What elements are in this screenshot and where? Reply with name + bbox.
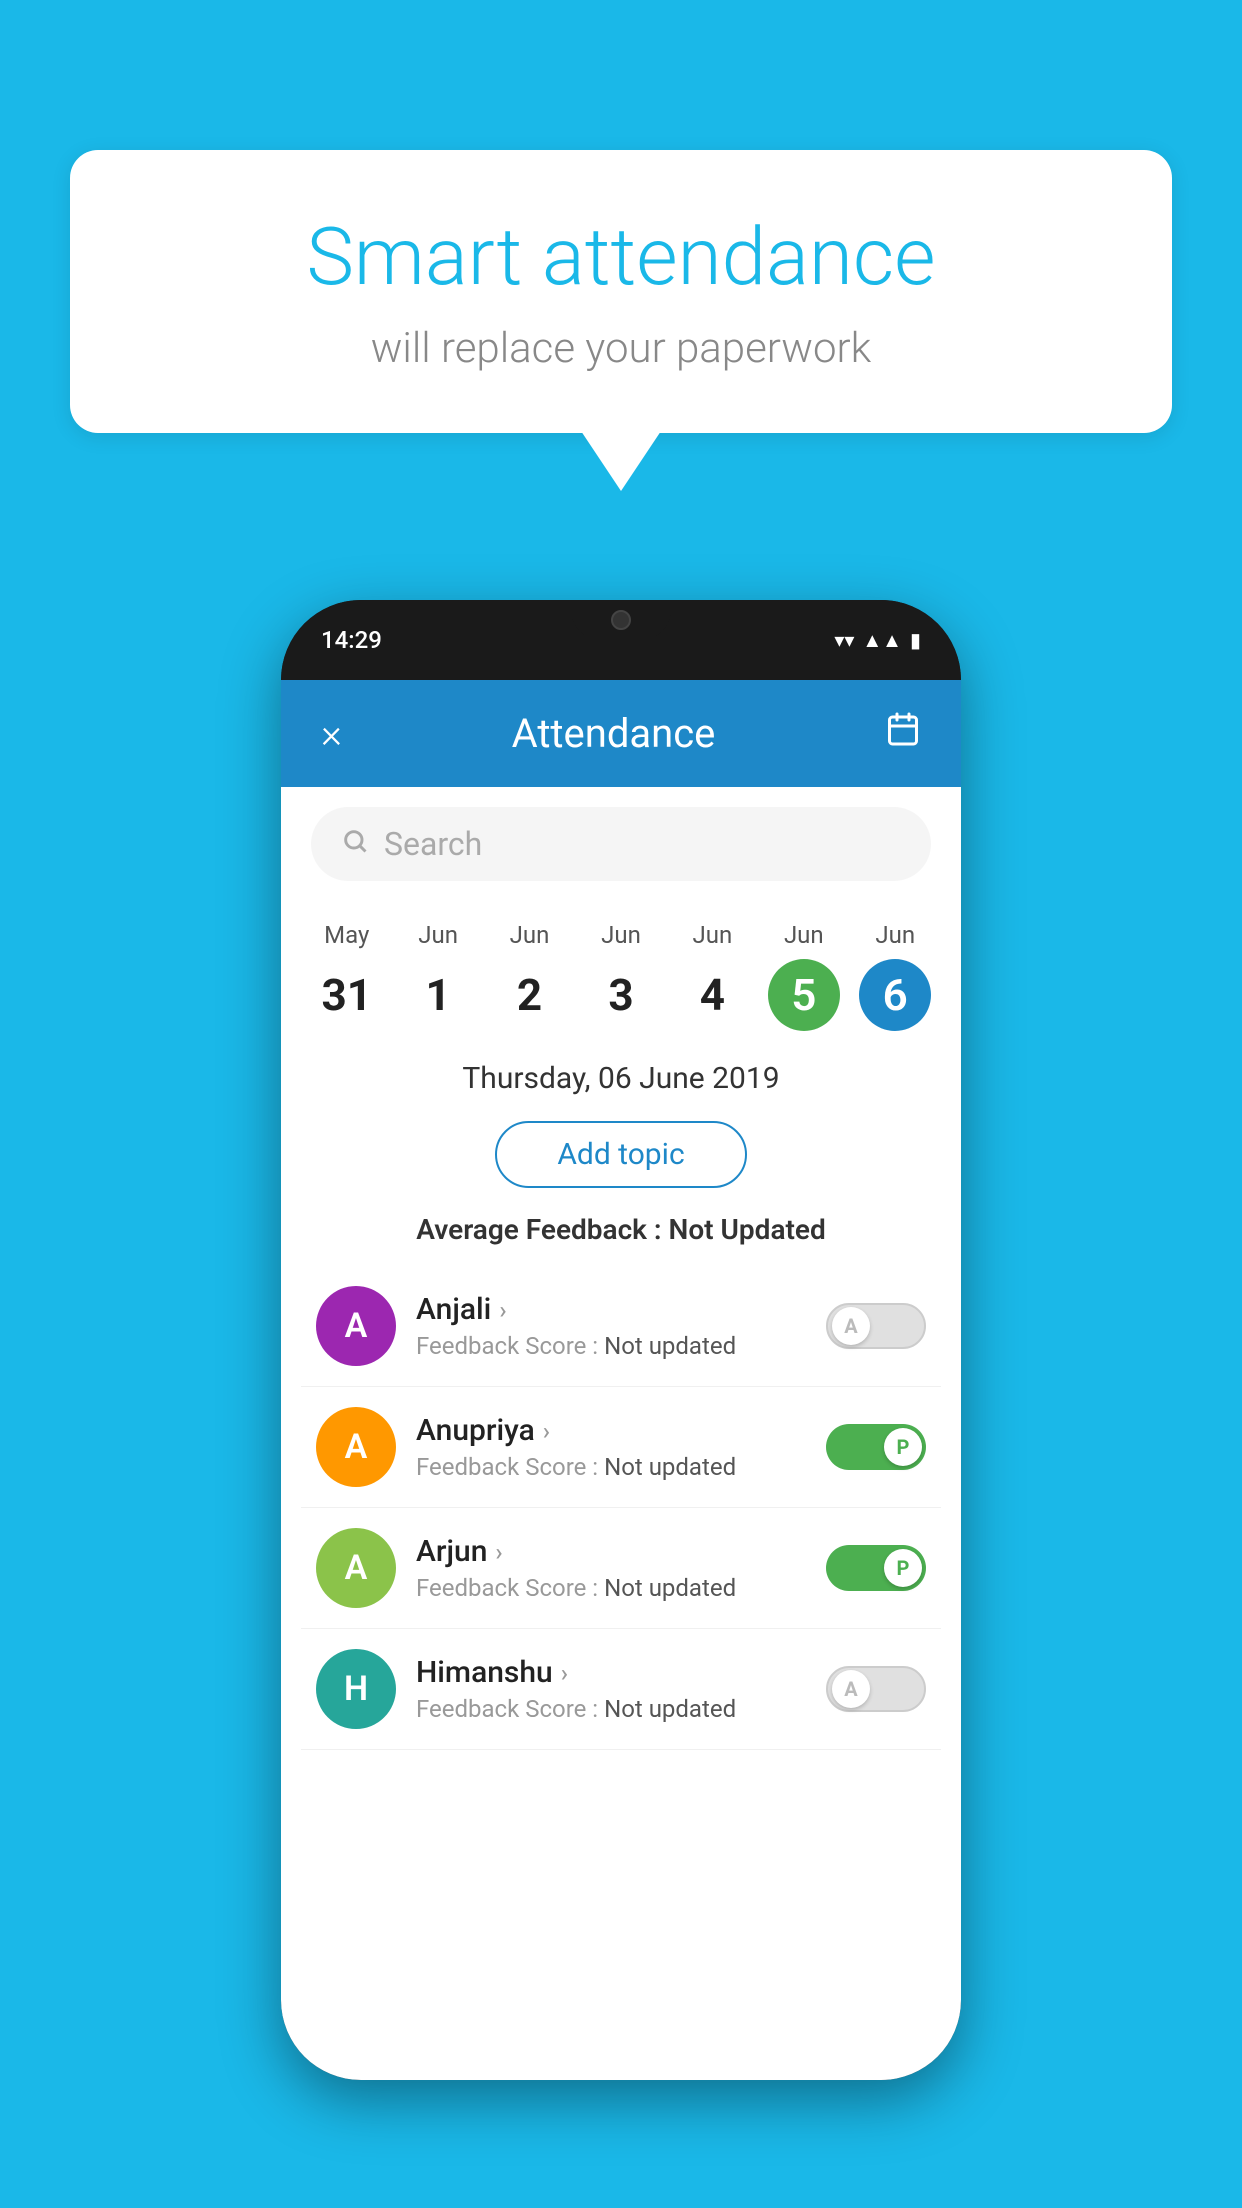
student-list: A Anjali › Feedback Score : Not updated … — [281, 1266, 961, 1750]
date-item-6[interactable]: Jun 6 — [859, 921, 931, 1031]
toggle-switch[interactable]: A — [826, 1666, 926, 1712]
date-num-1: 1 — [402, 959, 474, 1031]
speech-bubble-tail — [581, 431, 661, 491]
date-item-3[interactable]: Jun 3 — [585, 921, 657, 1031]
student-name: Anupriya › — [416, 1413, 806, 1448]
avg-feedback-label: Average Feedback : — [416, 1213, 668, 1246]
toggle-knob: A — [832, 1670, 870, 1708]
attendance-toggle[interactable]: A — [826, 1303, 926, 1349]
date-month-5: Jun — [784, 921, 824, 949]
date-item-5[interactable]: Jun 5 — [768, 921, 840, 1031]
date-month-1: Jun — [418, 921, 458, 949]
phone-frame: 14:29 ▾▾ ▲▲ ▮ × Attendance — [281, 600, 961, 2080]
calendar-icon[interactable] — [885, 711, 921, 756]
speech-bubble: Smart attendance will replace your paper… — [70, 150, 1172, 433]
student-info: Anjali › Feedback Score : Not updated — [396, 1292, 826, 1360]
battery-icon: ▮ — [910, 628, 921, 652]
attendance-toggle[interactable]: P — [826, 1545, 926, 1591]
phone-notch — [571, 600, 671, 640]
feedback-score: Feedback Score : Not updated — [416, 1453, 806, 1481]
list-item[interactable]: A Anjali › Feedback Score : Not updated … — [301, 1266, 941, 1387]
phone-wrapper: 14:29 ▾▾ ▲▲ ▮ × Attendance — [281, 600, 961, 2080]
date-num-4: 4 — [676, 959, 748, 1031]
student-name: Anjali › — [416, 1292, 806, 1327]
app-screen: × Attendance — [281, 680, 961, 2080]
feedback-score: Feedback Score : Not updated — [416, 1695, 806, 1723]
app-header: × Attendance — [281, 680, 961, 787]
speech-bubble-subtitle: will replace your paperwork — [150, 324, 1092, 373]
avg-feedback: Average Feedback : Not Updated — [281, 1203, 961, 1266]
date-picker: May 31 Jun 1 Jun 2 Jun 3 Jun 4 — [281, 901, 961, 1041]
feedback-score: Feedback Score : Not updated — [416, 1574, 806, 1602]
avatar: H — [316, 1649, 396, 1729]
date-month-6: Jun — [875, 921, 915, 949]
status-time: 14:29 — [321, 626, 382, 654]
add-topic-button[interactable]: Add topic — [495, 1121, 746, 1188]
search-input[interactable]: Search — [384, 825, 482, 863]
student-info: Himanshu › Feedback Score : Not updated — [396, 1655, 826, 1723]
chevron-right-icon: › — [499, 1296, 506, 1324]
date-month-3: Jun — [601, 921, 641, 949]
status-icons: ▾▾ ▲▲ ▮ — [834, 628, 921, 653]
search-bar[interactable]: Search — [311, 807, 931, 881]
chevron-right-icon: › — [543, 1417, 550, 1445]
date-num-5: 5 — [768, 959, 840, 1031]
speech-bubble-title: Smart attendance — [150, 210, 1092, 304]
date-item-1[interactable]: Jun 1 — [402, 921, 474, 1031]
date-item-4[interactable]: Jun 4 — [676, 921, 748, 1031]
attendance-toggle[interactable]: A — [826, 1666, 926, 1712]
toggle-switch[interactable]: A — [826, 1303, 926, 1349]
avg-feedback-value: Not Updated — [669, 1213, 826, 1246]
student-name: Himanshu › — [416, 1655, 806, 1690]
date-item-2[interactable]: Jun 2 — [494, 921, 566, 1031]
speech-bubble-container: Smart attendance will replace your paper… — [70, 150, 1172, 491]
selected-date-label: Thursday, 06 June 2019 — [281, 1041, 961, 1106]
search-icon — [341, 827, 369, 862]
avatar: A — [316, 1407, 396, 1487]
student-info: Arjun › Feedback Score : Not updated — [396, 1534, 826, 1602]
student-info: Anupriya › Feedback Score : Not updated — [396, 1413, 826, 1481]
attendance-toggle[interactable]: P — [826, 1424, 926, 1470]
toggle-knob: P — [884, 1549, 922, 1587]
page-title: Attendance — [512, 710, 716, 757]
toggle-knob: A — [832, 1307, 870, 1345]
toggle-switch[interactable]: P — [826, 1424, 926, 1470]
date-num-3: 3 — [585, 959, 657, 1031]
chevron-right-icon: › — [495, 1538, 502, 1566]
date-num-0: 31 — [311, 959, 383, 1031]
toggle-knob: P — [884, 1428, 922, 1466]
student-name: Arjun › — [416, 1534, 806, 1569]
wifi-icon: ▾▾ — [834, 628, 854, 652]
status-bar: 14:29 ▾▾ ▲▲ ▮ — [281, 600, 961, 680]
close-button[interactable]: × — [321, 710, 342, 757]
list-item[interactable]: A Arjun › Feedback Score : Not updated P — [301, 1508, 941, 1629]
date-month-0: May — [324, 921, 369, 949]
date-num-6: 6 — [859, 959, 931, 1031]
date-month-2: Jun — [510, 921, 550, 949]
avatar: A — [316, 1286, 396, 1366]
date-num-2: 2 — [494, 959, 566, 1031]
list-item[interactable]: H Himanshu › Feedback Score : Not update… — [301, 1629, 941, 1750]
avatar: A — [316, 1528, 396, 1608]
phone-camera — [611, 610, 631, 630]
list-item[interactable]: A Anupriya › Feedback Score : Not update… — [301, 1387, 941, 1508]
feedback-score: Feedback Score : Not updated — [416, 1332, 806, 1360]
toggle-switch[interactable]: P — [826, 1545, 926, 1591]
chevron-right-icon: › — [561, 1659, 568, 1687]
date-item-0[interactable]: May 31 — [311, 921, 383, 1031]
date-month-4: Jun — [693, 921, 733, 949]
signal-icon: ▲▲ — [862, 628, 902, 653]
